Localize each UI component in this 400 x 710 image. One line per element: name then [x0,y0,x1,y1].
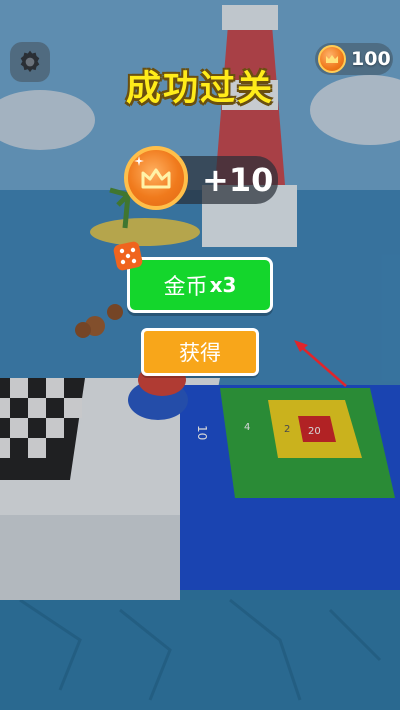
triple-coins-button[interactable]: 金币 x3 [127,257,273,313]
level-complete-title: 成功过关 [125,69,274,109]
dice-icon [113,241,143,271]
triple-coins-label: 金币 [163,275,208,300]
crown-coin-icon [124,146,188,210]
triple-coins-multiplier: x3 [209,273,237,297]
pointer-arrow-icon [294,340,347,387]
claim-button[interactable]: 获得 [141,328,259,376]
reward-amount: +10 [202,161,274,199]
